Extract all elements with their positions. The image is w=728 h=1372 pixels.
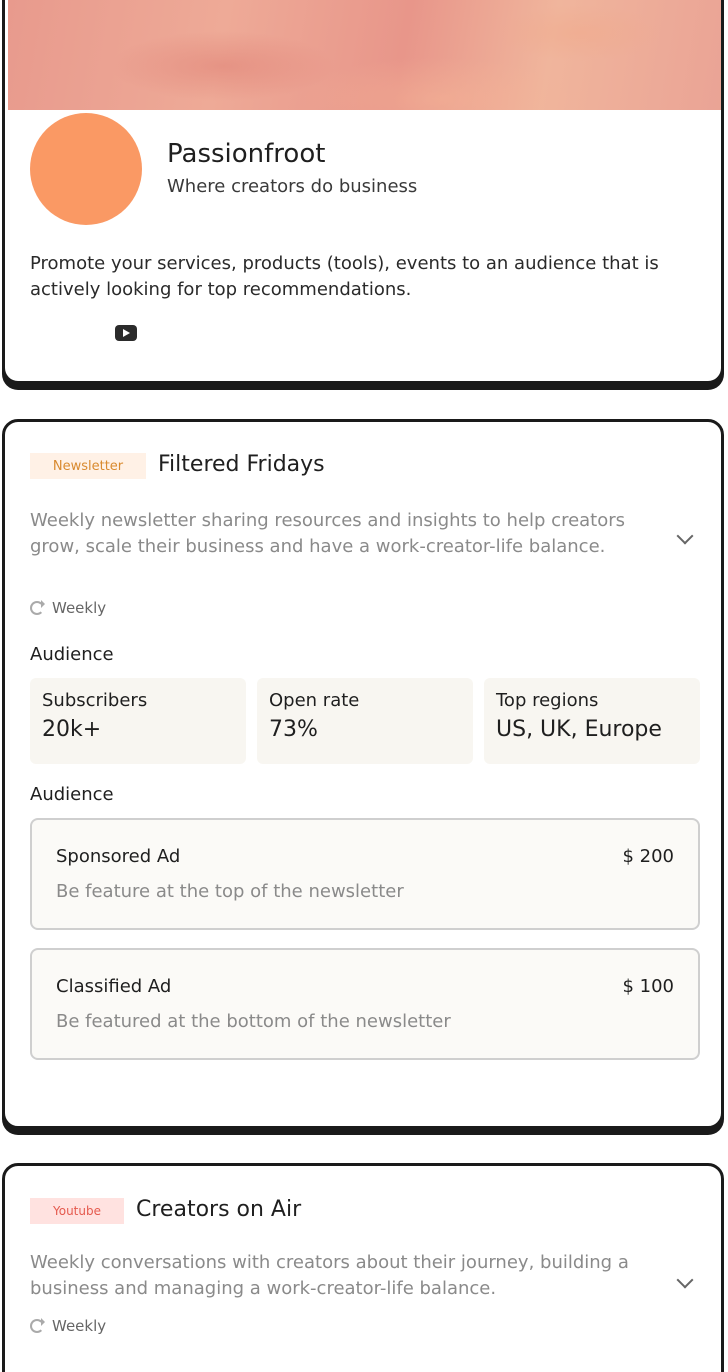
offers-label: Audience [30, 784, 114, 805]
offer-description: Be featured at the bottom of the newslet… [56, 1011, 451, 1032]
youtube-icon[interactable] [115, 325, 137, 341]
stat-label: Top regions [496, 690, 599, 711]
listing-description: Weekly newsletter sharing resources and … [30, 510, 626, 557]
frequency-label: Weekly [52, 599, 107, 617]
stat-top-regions: Top regions US, UK, Europe [484, 678, 700, 764]
stat-subscribers: Subscribers 20k+ [30, 678, 246, 764]
audience-stats: Subscribers 20k+ Open rate 73% Top regio… [30, 678, 700, 764]
cover-banner [8, 0, 721, 110]
offer-classified-ad[interactable]: Classified Ad $ 100 Be featured at the b… [30, 948, 700, 1060]
audience-label: Audience [30, 644, 114, 665]
newsletter-badge: Newsletter [30, 453, 146, 479]
frequency: Weekly [30, 1317, 106, 1335]
frequency: Weekly [30, 599, 106, 617]
chevron-down-icon[interactable] [676, 1271, 694, 1289]
listing-description: Weekly conversations with creators about… [30, 1252, 629, 1299]
offer-price: $ 200 [622, 846, 674, 867]
listing-title: Filtered Fridays [158, 452, 325, 477]
offer-name: Sponsored Ad [56, 846, 181, 867]
brand-name: Passionfroot [167, 139, 326, 169]
offer-name: Classified Ad [56, 976, 172, 997]
youtube-listing-card[interactable]: Youtube Creators on Air Weekly conversat… [2, 1163, 724, 1372]
chevron-down-icon[interactable] [676, 527, 694, 545]
newsletter-listing-card[interactable]: Newsletter Filtered Fridays Weekly newsl… [2, 419, 724, 1129]
brand-description: Promote your services, products (tools),… [30, 253, 659, 300]
avatar [30, 113, 142, 225]
frequency-label: Weekly [52, 1317, 107, 1335]
stat-open-rate: Open rate 73% [257, 678, 473, 764]
refresh-icon [30, 600, 45, 615]
listing-title: Creators on Air [136, 1197, 302, 1222]
stat-label: Open rate [269, 690, 360, 711]
stat-label: Subscribers [42, 690, 148, 711]
offer-description: Be feature at the top of the newsletter [56, 881, 404, 902]
youtube-badge: Youtube [30, 1198, 124, 1224]
offer-price: $ 100 [622, 976, 674, 997]
stat-value: US, UK, Europe [496, 717, 662, 742]
stat-value: 20k+ [42, 717, 102, 742]
refresh-icon [30, 1318, 45, 1333]
stat-value: 73% [269, 717, 318, 742]
offer-sponsored-ad[interactable]: Sponsored Ad $ 200 Be feature at the top… [30, 818, 700, 930]
profile-card: Passionfroot Where creators do business … [2, 0, 724, 384]
brand-tagline: Where creators do business [167, 176, 418, 197]
